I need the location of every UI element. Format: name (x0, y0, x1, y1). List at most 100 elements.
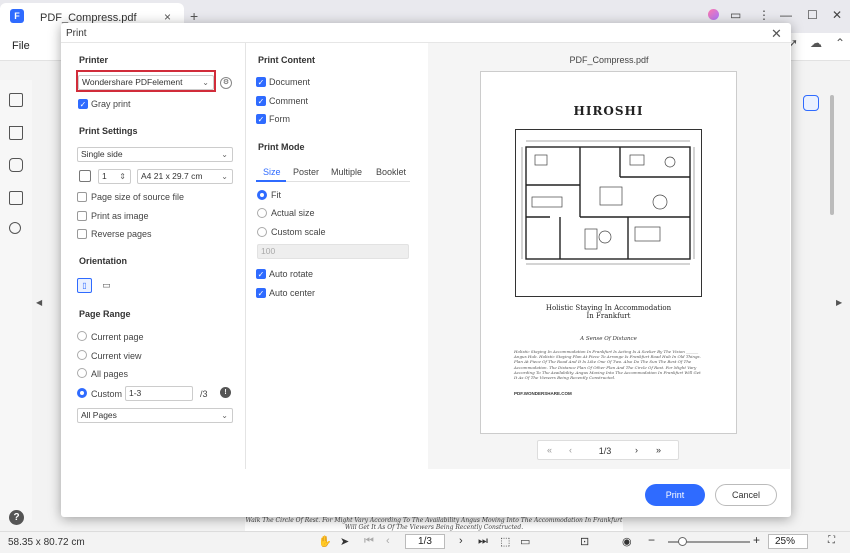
cancel-button[interactable]: Cancel (715, 484, 777, 506)
paper-size-select[interactable]: A4 21 x 29.7 cm ⌄ (137, 169, 233, 184)
dialog-close-icon[interactable]: ✕ (771, 26, 782, 42)
print-as-image-checkbox[interactable] (77, 211, 87, 221)
feedback-icon[interactable]: ▭ (730, 8, 741, 22)
custom-label: Custom (91, 389, 123, 399)
actual-size-label: Actual size (271, 208, 315, 218)
auto-center-checkbox[interactable]: ✓ (256, 288, 266, 298)
printer-highlight-box (76, 70, 216, 92)
info-icon[interactable]: ! (220, 387, 231, 398)
gray-print-checkbox[interactable]: ✓ (78, 99, 88, 109)
last-page-icon[interactable]: » (656, 445, 661, 455)
prev-page-icon[interactable]: ‹ (386, 535, 390, 547)
total-pages-label: /3 (200, 389, 208, 399)
caption-line-2: In Frankfurt (586, 312, 631, 320)
page-range-heading: Page Range (79, 309, 131, 319)
maximize-icon[interactable]: ☐ (807, 8, 818, 22)
next-page-icon[interactable]: › (459, 535, 463, 547)
ai-assistant-icon[interactable] (803, 95, 819, 111)
page-subset-select[interactable]: All Pages ⌄ (77, 408, 233, 423)
print-settings-heading: Print Settings (79, 126, 138, 136)
custom-range-value: 1-3 (129, 388, 142, 398)
fit-page-icon[interactable]: ⬚ (500, 535, 510, 548)
tab-size[interactable]: Size (263, 167, 281, 177)
form-checkbox[interactable]: ✓ (256, 114, 266, 124)
custom-scale-radio[interactable] (257, 227, 267, 237)
tab-poster[interactable]: Poster (293, 167, 319, 177)
next-page-icon[interactable]: › (635, 445, 638, 455)
fullscreen-icon[interactable]: ⛶ (828, 535, 835, 546)
fit-label: Fit (271, 190, 281, 200)
zoom-slider-handle[interactable] (678, 537, 687, 546)
collapse-right-icon[interactable]: ▶ (836, 298, 842, 307)
preview-page-count: 1/3 (598, 446, 612, 456)
bookmark-icon[interactable] (9, 126, 23, 140)
upload-cloud-icon[interactable]: ☁ (810, 36, 822, 50)
page-indicator[interactable]: 1/3 (405, 534, 445, 549)
collapse-left-icon[interactable]: ◀ (36, 298, 42, 307)
app-logo-icon: F (10, 9, 24, 23)
document-checkbox[interactable]: ✓ (256, 77, 266, 87)
auto-rotate-checkbox[interactable]: ✓ (256, 269, 266, 279)
actual-size-radio[interactable] (257, 208, 267, 218)
prev-page-icon[interactable]: ‹ (569, 445, 572, 455)
file-menu[interactable]: File (12, 40, 30, 52)
gray-print-label: Gray print (91, 99, 131, 109)
portrait-icon[interactable]: ▯ (77, 278, 92, 293)
fit-radio[interactable] (257, 190, 267, 200)
document-title: HIROSHI (573, 104, 644, 118)
eye-icon[interactable]: ◉ (622, 535, 632, 548)
copies-stepper[interactable]: 1 ⇕ (98, 169, 131, 184)
custom-range-input[interactable]: 1-3 (125, 386, 193, 401)
first-page-icon[interactable]: « (547, 445, 552, 455)
zoom-in-icon[interactable]: + (753, 533, 760, 547)
custom-radio[interactable] (77, 388, 87, 398)
plan-caption: Holistic Staying In Accommodation In Fran… (480, 304, 737, 320)
attachment-icon[interactable] (9, 191, 23, 205)
avatar[interactable] (708, 9, 719, 20)
document-subtitle: A Sense Of Distance (580, 336, 637, 342)
view-mode-icon[interactable]: ⊡ (580, 535, 589, 548)
floor-plan-image (521, 140, 695, 265)
tab-booklet[interactable]: Booklet (376, 167, 406, 177)
reverse-pages-checkbox[interactable] (77, 229, 87, 239)
sides-select[interactable]: Single side ⌄ (77, 147, 233, 162)
comment-checkbox[interactable]: ✓ (256, 96, 266, 106)
collapse-icon[interactable]: ⌃ (835, 36, 845, 50)
zoom-out-icon[interactable]: − (648, 533, 655, 547)
first-page-icon[interactable]: ⏮ (364, 535, 374, 548)
tab-close-icon[interactable]: × (164, 10, 171, 24)
caption-line-1: Holistic Staying In Accommodation (545, 304, 672, 312)
scrollbar[interactable] (830, 95, 834, 215)
current-view-radio[interactable] (77, 350, 87, 360)
fit-width-icon[interactable]: ▭ (520, 535, 530, 548)
copies-value: 1 (102, 171, 107, 181)
current-page-radio[interactable] (77, 331, 87, 341)
landscape-icon[interactable]: ▭ (99, 278, 114, 293)
left-sidebar (0, 80, 32, 520)
hand-tool-icon[interactable]: ✋ (318, 535, 332, 548)
auto-rotate-label: Auto rotate (269, 269, 314, 279)
thumbnails-icon[interactable] (9, 93, 23, 107)
comment-icon[interactable] (9, 158, 23, 172)
chevron-down-icon: ⌄ (221, 150, 228, 159)
tab-multiple[interactable]: Multiple (331, 167, 362, 177)
printer-properties-icon[interactable]: ⚙ (220, 77, 232, 89)
sides-value: Single side (81, 149, 123, 159)
more-icon[interactable]: ⋮ (758, 8, 770, 22)
help-icon[interactable]: ? (9, 510, 24, 525)
close-window-icon[interactable]: ✕ (832, 8, 842, 22)
scale-input[interactable]: 100 (257, 244, 409, 259)
new-tab-icon[interactable]: + (190, 8, 198, 24)
page-size-source-checkbox[interactable] (77, 192, 87, 202)
zoom-level[interactable]: 25% (768, 534, 808, 549)
search-icon[interactable] (9, 222, 21, 234)
select-tool-icon[interactable]: ➤ (340, 535, 349, 548)
last-page-icon[interactable]: ⏭ (478, 535, 488, 548)
chevron-down-icon: ⌄ (221, 172, 228, 181)
stepper-arrows-icon[interactable]: ⇕ (119, 170, 126, 183)
print-button[interactable]: Print (645, 484, 705, 506)
minimize-icon[interactable]: — (780, 8, 792, 22)
print-content-heading: Print Content (258, 55, 315, 65)
all-pages-radio[interactable] (77, 368, 87, 378)
scale-value: 100 (261, 246, 276, 256)
